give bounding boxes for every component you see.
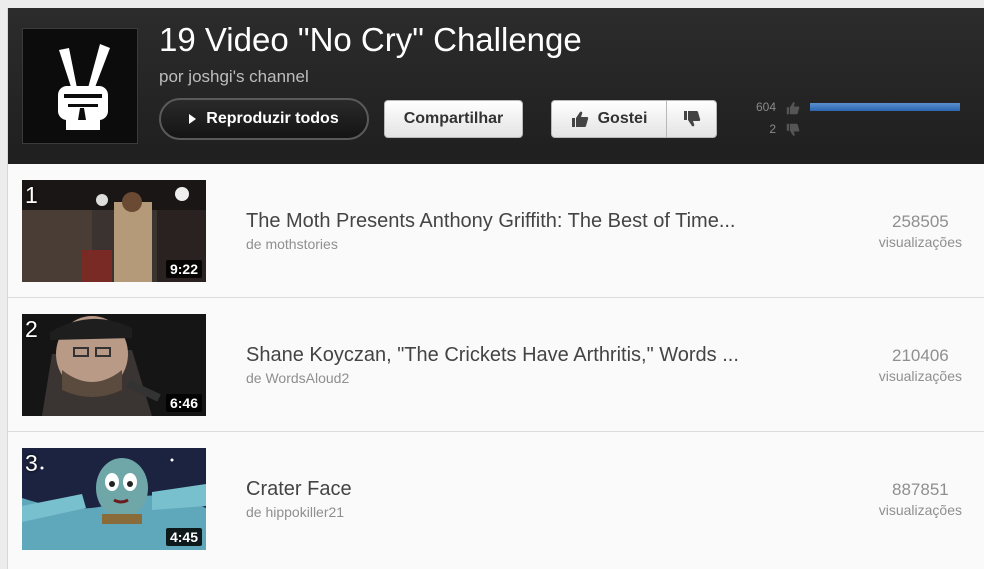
video-list: 1 9:22 The Moth Presents Anthony Griffit…	[8, 164, 984, 566]
play-all-button[interactable]: Reproduzir todos	[159, 98, 369, 140]
playlist-title: 19 Video "No Cry" Challenge	[159, 21, 582, 58]
thumbs-up-icon	[571, 111, 588, 127]
views-label: visualizações	[878, 502, 962, 518]
video-views: 210406 visualizações	[879, 346, 962, 384]
thumbs-up-icon	[786, 102, 800, 115]
playlist-logo[interactable]	[22, 28, 138, 144]
share-button[interactable]: Compartilhar	[384, 100, 523, 138]
like-ratio-fill	[810, 103, 960, 111]
dislikes-count: 2	[769, 122, 776, 136]
playlist-header: 19 Video "No Cry" Challenge por joshgi's…	[8, 8, 984, 164]
video-row[interactable]: 1 9:22 The Moth Presents Anthony Griffit…	[8, 164, 984, 298]
share-label: Compartilhar	[403, 110, 504, 127]
video-thumbnail[interactable]: 3 4:45	[22, 448, 206, 550]
video-row[interactable]: 3 4:45 Crater Face de hippokiller21 8878…	[8, 432, 984, 566]
video-index: 2	[25, 316, 38, 342]
playlist-byline[interactable]: por joshgi's channel	[159, 67, 309, 87]
playlist-page: 19 Video "No Cry" Challenge por joshgi's…	[8, 8, 984, 569]
video-index: 1	[25, 182, 38, 208]
play-icon	[189, 114, 197, 124]
video-title[interactable]: The Moth Presents Anthony Griffith: The …	[246, 210, 736, 233]
rating-stats: 604 2	[750, 100, 970, 140]
views-count: 258505	[892, 212, 949, 231]
video-views: 258505 visualizações	[879, 212, 962, 250]
likes-count: 604	[755, 100, 776, 114]
video-channel[interactable]: de mothstories	[246, 236, 338, 252]
thumbs-down-icon	[786, 123, 800, 136]
video-title[interactable]: Crater Face	[246, 478, 352, 501]
play-all-label: Reproduzir todos	[206, 110, 339, 127]
video-index: 3	[25, 450, 38, 476]
video-title[interactable]: Shane Koyczan, "The Crickets Have Arthri…	[246, 344, 739, 367]
video-duration: 9:22	[165, 260, 202, 278]
video-row[interactable]: 2 6:46 Shane Koyczan, "The Crickets Have…	[8, 298, 984, 432]
thumbs-down-icon	[683, 111, 700, 127]
views-count: 210406	[892, 346, 949, 365]
views-label: visualizações	[878, 368, 962, 384]
video-duration: 4:45	[165, 528, 202, 546]
video-views: 887851 visualizações	[879, 480, 962, 518]
like-button[interactable]: Gostei	[551, 100, 667, 138]
video-thumbnail[interactable]: 2 6:46	[22, 314, 206, 416]
video-channel[interactable]: de hippokiller21	[246, 504, 344, 520]
views-count: 887851	[892, 480, 949, 499]
views-label: visualizações	[878, 234, 962, 250]
like-ratio-bar	[810, 103, 960, 111]
video-thumbnail[interactable]: 1 9:22	[22, 180, 206, 282]
like-label: Gostei	[597, 110, 648, 127]
video-channel[interactable]: de WordsAloud2	[246, 370, 349, 386]
peace-hand-icon	[58, 44, 110, 130]
video-duration: 6:46	[165, 394, 202, 412]
dislike-button[interactable]	[666, 100, 717, 138]
